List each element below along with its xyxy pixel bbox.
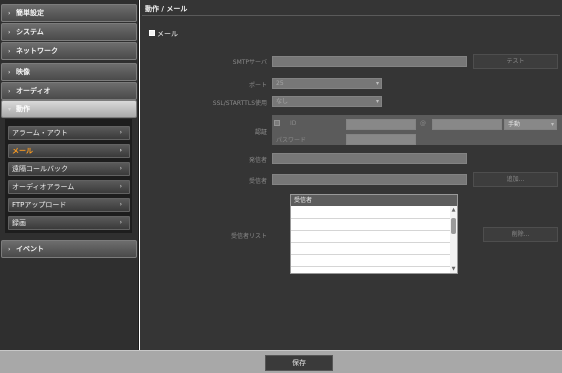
recipient-list-header: 受信者 (291, 195, 457, 206)
submenu-item-label: アラーム・アウト (12, 129, 68, 137)
recipient-input[interactable] (272, 174, 467, 185)
chevron-right-icon: › (119, 219, 122, 226)
auth-domain-input[interactable] (432, 119, 502, 130)
chevron-right-icon: › (119, 183, 122, 190)
sidebar-item-label: システム (16, 28, 44, 36)
submenu-item-label: 遠隔コールバック (12, 165, 68, 173)
ssl-select[interactable]: なし ▾ (272, 96, 382, 107)
auth-id-label: ID (290, 120, 297, 127)
auth-password-label: パスワード (276, 137, 307, 144)
sidebar-item-label: オーディオ (16, 87, 51, 95)
list-row-divider (291, 218, 450, 219)
auth-id-input[interactable] (346, 119, 416, 130)
port-label: ポート (248, 82, 267, 89)
save-button[interactable]: 保存 (265, 355, 333, 371)
sidebar-item-action[interactable]: ▾ 動作 (1, 100, 137, 118)
recipient-list[interactable]: 受信者 ▲ ▼ (290, 194, 458, 274)
submenu-item-label: 録画 (12, 219, 26, 227)
submenu-item-label: FTPアップロード (12, 201, 67, 209)
auth-label: 認証 (254, 129, 267, 136)
chevron-right-icon: › (119, 129, 122, 136)
sidebar-item-event[interactable]: › イベント (1, 240, 137, 258)
mail-enable-checkbox[interactable] (149, 30, 155, 36)
submenu-item-remote-callback[interactable]: 遠隔コールバック › (8, 162, 130, 176)
smtp-server-label: SMTPサーバ (232, 59, 267, 66)
sidebar-item-audio[interactable]: › オーディオ (1, 82, 137, 100)
chevron-right-icon: › (8, 246, 11, 253)
chevron-right-icon: › (8, 10, 11, 17)
ssl-value: なし (276, 98, 289, 105)
sidebar-item-label: 動作 (16, 105, 30, 113)
auth-mode-select[interactable]: 手動 ▾ (504, 119, 557, 130)
chevron-down-icon: ▾ (375, 98, 379, 105)
sidebar-item-label: イベント (16, 245, 44, 253)
port-value: 25 (276, 80, 284, 87)
submenu-item-label: メール (12, 147, 33, 155)
sidebar-item-quick-setup[interactable]: › 簡単設定 (1, 4, 137, 22)
title-divider (142, 15, 560, 16)
chevron-right-icon: › (8, 88, 11, 95)
sidebar-item-label: 映像 (16, 68, 30, 76)
sidebar-item-network[interactable]: › ネットワーク (1, 42, 137, 60)
submenu-item-label: オーディオアラーム (12, 183, 75, 191)
list-row-divider (291, 230, 450, 231)
recipient-list-label: 受信者リスト (230, 233, 267, 240)
auth-password-input[interactable] (346, 134, 416, 145)
delete-recipient-button[interactable]: 削除... (483, 227, 558, 242)
sidebar: › 簡単設定 › システム › ネットワーク › 映像 › オーディオ ▾ 動作 アラーム・… (0, 0, 139, 350)
port-select[interactable]: 25 ▾ (272, 78, 382, 89)
chevron-down-icon: ▾ (550, 121, 554, 128)
ssl-label: SSL/STARTTLS使用 (212, 100, 267, 107)
submenu-item-ftp-upload[interactable]: FTPアップロード › (8, 198, 130, 212)
chevron-down-icon: ▾ (8, 106, 12, 113)
chevron-right-icon: › (8, 48, 11, 55)
submenu-item-mail[interactable]: メール › (8, 144, 130, 158)
sender-label: 発信者 (248, 157, 267, 164)
chevron-down-icon: ▾ (375, 80, 379, 87)
sidebar-item-video[interactable]: › 映像 (1, 63, 137, 81)
action-submenu: アラーム・アウト › メール › 遠隔コールバック › オーディオアラーム › FTPア… (5, 119, 132, 233)
scroll-down-icon[interactable]: ▼ (450, 266, 457, 272)
scroll-thumb[interactable] (451, 218, 456, 234)
submenu-item-recording[interactable]: 録画 › (8, 216, 130, 230)
sidebar-item-label: ネットワーク (16, 47, 58, 55)
smtp-server-input[interactable] (272, 56, 467, 67)
add-recipient-button[interactable]: 追加... (473, 172, 558, 187)
sidebar-item-label: 簡単設定 (16, 9, 44, 17)
test-button[interactable]: テスト (473, 54, 558, 69)
chevron-right-icon: › (8, 29, 11, 36)
sender-input[interactable] (272, 153, 467, 164)
recipient-label: 受信者 (248, 178, 267, 185)
auth-at-sign: @ (420, 120, 426, 127)
list-row-divider (291, 266, 450, 267)
submenu-item-audio-alarm[interactable]: オーディオアラーム › (8, 180, 130, 194)
footer-bar: 保存 (0, 350, 562, 373)
submenu-item-alarm-out[interactable]: アラーム・アウト › (8, 126, 130, 140)
chevron-right-icon: › (8, 69, 11, 76)
recipient-list-scrollbar[interactable]: ▲ ▼ (450, 206, 457, 273)
chevron-right-icon: › (119, 201, 122, 208)
list-row-divider (291, 242, 450, 243)
chevron-right-icon: › (119, 147, 122, 154)
page-title: 動作 / メール (145, 5, 188, 13)
chevron-right-icon: › (119, 165, 122, 172)
auth-checkbox[interactable] (274, 120, 280, 126)
sidebar-item-system[interactable]: › システム (1, 23, 137, 41)
list-row-divider (291, 254, 450, 255)
mail-enable-label: メール (157, 30, 178, 38)
scroll-up-icon[interactable]: ▲ (450, 207, 457, 213)
auth-mode-value: 手動 (508, 121, 521, 128)
